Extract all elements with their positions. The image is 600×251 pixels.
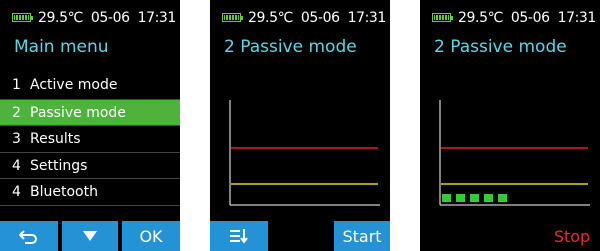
page-title: Main menu xyxy=(14,37,109,57)
bottom-button-bar: OK xyxy=(0,221,180,251)
menu-item-active-mode[interactable]: 1 Active mode xyxy=(0,72,180,99)
menu-item-number: 3 xyxy=(12,131,21,147)
temperature: 29.5℃ xyxy=(458,10,503,26)
status-info: 29.5℃ 05-06 17:31 xyxy=(248,10,388,26)
date: 05-06 xyxy=(300,10,340,26)
temperature: 29.5℃ xyxy=(248,10,293,26)
bottom-button-bar: Start xyxy=(210,221,390,251)
time: 17:31 xyxy=(347,10,387,26)
date: 05-06 xyxy=(510,10,550,26)
progress-block xyxy=(456,194,465,202)
menu-item-number: 4 xyxy=(12,184,21,200)
down-button[interactable] xyxy=(62,221,118,251)
time: 17:31 xyxy=(557,10,597,26)
battery-icon xyxy=(432,13,453,22)
passive-mode-screen: 29.5℃ 05-06 17:31 2 Passive mode Start xyxy=(210,0,390,251)
ok-button[interactable]: OK xyxy=(122,221,180,251)
passive-mode-running-screen: 29.5℃ 05-06 17:31 2 Passive mode Stop xyxy=(420,0,600,251)
menu-item-label: Passive mode xyxy=(30,104,126,121)
status-bar: 29.5℃ 05-06 17:31 xyxy=(420,0,600,36)
progress-block xyxy=(498,194,507,202)
progress-indicator xyxy=(442,194,507,202)
menu-item-passive-mode[interactable]: 2 Passive mode xyxy=(0,98,180,125)
progress-block xyxy=(442,194,451,202)
bottom-button-bar: Stop xyxy=(420,221,600,251)
chart-canvas xyxy=(229,100,380,206)
status-info: 29.5℃ 05-06 17:31 xyxy=(458,10,598,26)
progress-block xyxy=(484,194,493,202)
page-title: 2 Passive mode xyxy=(224,37,357,57)
back-arrow-icon xyxy=(19,230,37,244)
back-button[interactable] xyxy=(0,221,58,251)
menu-button[interactable] xyxy=(210,221,268,251)
progress-block xyxy=(470,194,479,202)
main-menu-screen: 29.5℃ 05-06 17:31 Main menu 1 Active mode 2… xyxy=(0,0,180,251)
list-sort-icon xyxy=(230,229,248,244)
menu-item-number: 2 xyxy=(12,104,21,121)
down-triangle-icon xyxy=(83,231,97,241)
menu-item-bluetooth[interactable]: 4 Bluetooth xyxy=(0,178,180,205)
status-bar: 29.5℃ 05-06 17:31 xyxy=(210,0,390,36)
menu-item-label: Bluetooth xyxy=(30,184,98,200)
stop-label: Stop xyxy=(553,226,591,246)
menu-item-settings[interactable]: 4 Settings xyxy=(0,151,180,179)
date: 05-06 xyxy=(90,10,130,26)
menu-item-number: 1 xyxy=(12,77,21,93)
menu-item-results[interactable]: 3 Results xyxy=(0,125,180,152)
page-title: 2 Passive mode xyxy=(434,37,567,57)
menu-item-label: Settings xyxy=(30,157,88,174)
menu-item-label: Results xyxy=(30,131,81,147)
main-menu-list: 1 Active mode 2 Passive mode 3 Results 4 Set… xyxy=(0,72,180,206)
stop-button[interactable]: Stop xyxy=(544,221,600,251)
temperature: 29.5℃ xyxy=(38,10,83,26)
signal-chart xyxy=(210,60,390,210)
menu-item-label: Active mode xyxy=(30,77,118,93)
start-button[interactable]: Start xyxy=(334,221,390,251)
battery-icon xyxy=(12,13,33,22)
status-bar: 29.5℃ 05-06 17:31 xyxy=(0,0,180,36)
signal-chart xyxy=(420,60,600,210)
battery-icon xyxy=(222,13,243,22)
menu-item-number: 4 xyxy=(12,157,21,174)
time: 17:31 xyxy=(137,10,177,26)
status-info: 29.5℃ 05-06 17:31 xyxy=(38,10,178,26)
chart-canvas xyxy=(439,100,590,206)
